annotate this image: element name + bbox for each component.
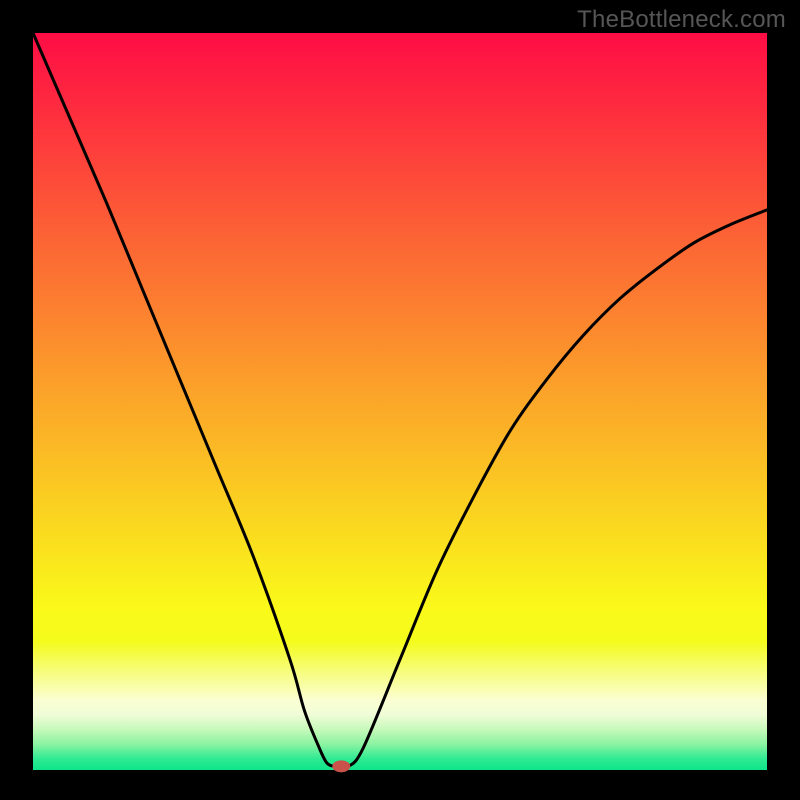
- chart-frame: TheBottleneck.com: [0, 0, 800, 800]
- watermark-text: TheBottleneck.com: [577, 6, 786, 34]
- chart-canvas: [0, 0, 800, 800]
- optimal-point-marker: [332, 760, 350, 772]
